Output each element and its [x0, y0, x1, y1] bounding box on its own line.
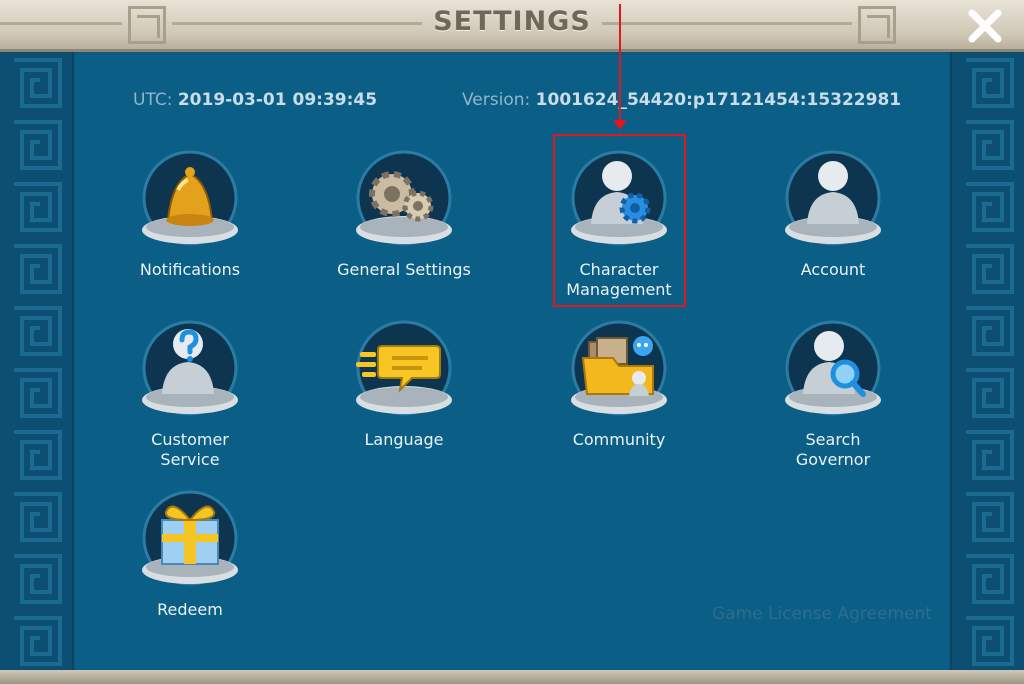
bottom-border — [0, 670, 1024, 684]
annotation-arrow-line — [619, 4, 621, 122]
bell-icon — [142, 150, 238, 246]
tile-label: Account — [800, 260, 866, 279]
account-icon — [785, 150, 881, 246]
utc-label: UTC: — [133, 90, 173, 110]
tile-label: General Settings — [337, 260, 471, 279]
utc-info: UTC: 2019-03-01 09:39:45 — [133, 90, 377, 110]
close-x-icon — [968, 9, 1002, 43]
annotation-highlight-box — [553, 134, 686, 307]
search-governor-icon — [785, 320, 881, 416]
tile-account[interactable]: Account — [743, 150, 923, 280]
tile-community[interactable]: Community — [529, 320, 709, 450]
close-button[interactable] — [964, 6, 1006, 46]
tile-search-governor[interactable]: Search Governor — [743, 320, 923, 470]
utc-value: 2019-03-01 09:39:45 — [177, 90, 378, 110]
speech-bubble-icon — [356, 320, 452, 416]
gift-icon — [142, 490, 238, 586]
game-license-agreement-link[interactable]: Game License Agreement — [712, 604, 932, 624]
left-border-ornament — [0, 52, 74, 672]
tile-redeem[interactable]: Redeem — [100, 490, 280, 620]
community-folder-icon — [571, 320, 667, 416]
tile-label: Notifications — [139, 260, 241, 279]
right-border-ornament — [950, 52, 1024, 672]
gears-icon — [356, 150, 452, 246]
settings-window: SETTINGS UTC: 2019-03-01 09:39:45 Versio… — [0, 0, 1024, 684]
tile-language[interactable]: Language — [314, 320, 494, 450]
version-label: Version: — [462, 90, 531, 110]
tile-label: Language — [364, 430, 444, 449]
tile-notifications[interactable]: Notifications — [100, 150, 280, 280]
tile-label-line2: Service — [160, 450, 220, 469]
tile-label-line1: Search — [805, 430, 861, 449]
tile-general-settings[interactable]: General Settings — [314, 150, 494, 280]
annotation-arrow-head-icon — [613, 120, 627, 130]
tile-label: Redeem — [157, 600, 223, 619]
version-value: 1001624_54420:p17121454:15322981 — [535, 90, 902, 110]
tile-customer-service[interactable]: Customer Service — [100, 320, 280, 470]
title-bar: SETTINGS — [0, 0, 1024, 52]
version-info: Version: 1001624_54420:p17121454:1532298… — [462, 90, 901, 110]
tile-label-line2: Governor — [795, 450, 871, 469]
page-title: SETTINGS — [433, 6, 591, 37]
tile-label-line1: Customer — [151, 430, 229, 449]
customer-service-icon — [142, 320, 238, 416]
tile-label: Community — [572, 430, 666, 449]
